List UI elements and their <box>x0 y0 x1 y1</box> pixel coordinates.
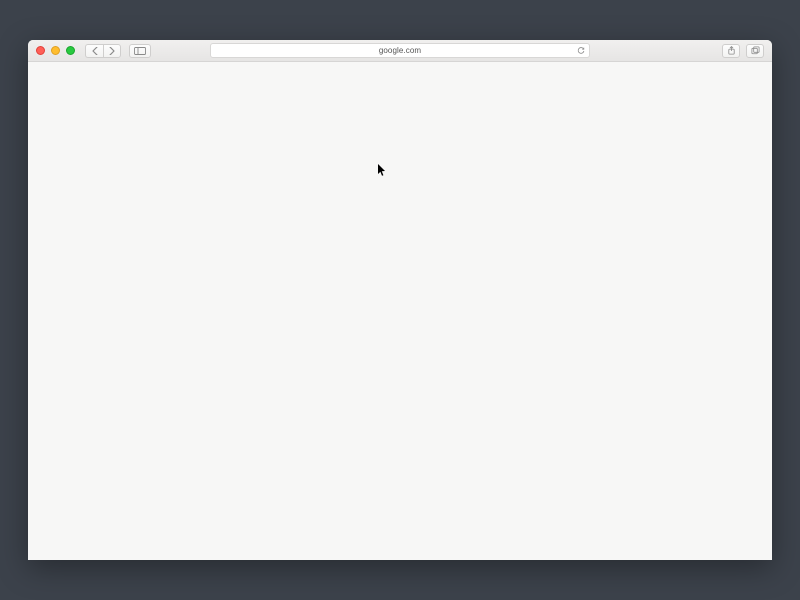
maximize-window-button[interactable] <box>66 46 75 55</box>
close-window-button[interactable] <box>36 46 45 55</box>
share-icon <box>727 42 736 60</box>
sidebar-icon <box>134 42 146 60</box>
forward-button[interactable] <box>103 44 121 58</box>
nav-button-group <box>85 44 121 58</box>
browser-toolbar: google.com <box>28 40 772 62</box>
window-controls <box>36 46 75 55</box>
back-button[interactable] <box>85 44 103 58</box>
page-content <box>28 62 772 560</box>
chevron-left-icon <box>92 42 98 60</box>
show-sidebar-button[interactable] <box>129 44 151 58</box>
mouse-cursor <box>378 164 387 182</box>
browser-window: google.com <box>28 40 772 560</box>
toolbar-right-controls <box>722 44 764 58</box>
chevron-right-icon <box>109 42 115 60</box>
show-tabs-button[interactable] <box>746 44 764 58</box>
minimize-window-button[interactable] <box>51 46 60 55</box>
reload-button[interactable] <box>577 47 585 55</box>
tabs-icon <box>751 42 760 60</box>
share-button[interactable] <box>722 44 740 58</box>
address-bar[interactable]: google.com <box>210 43 590 58</box>
url-text: google.com <box>379 46 421 55</box>
